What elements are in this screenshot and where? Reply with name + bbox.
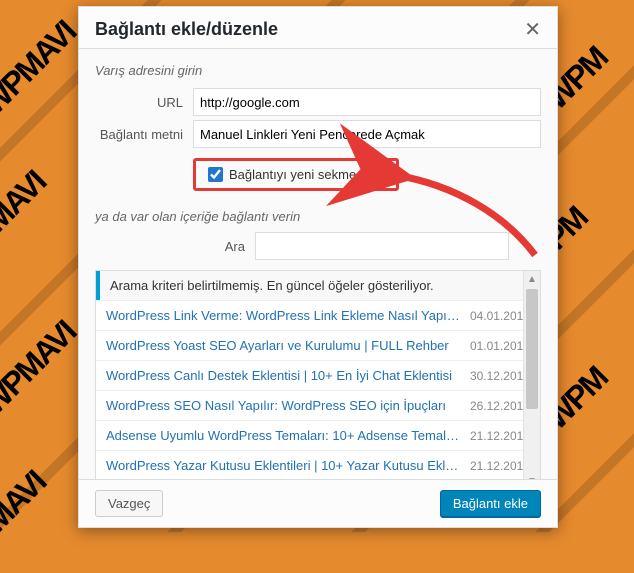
scroll-thumb[interactable] — [526, 289, 538, 409]
list-item[interactable]: WordPress Yazar Kutusu Eklentileri | 10+… — [96, 450, 540, 480]
link-text-label: Bağlantı metni — [95, 127, 193, 142]
modal-footer: Vazgeç Bağlantı ekle — [79, 479, 557, 527]
list-item-title: WordPress Yazar Kutusu Eklentileri | 10+… — [106, 458, 460, 473]
search-input[interactable] — [255, 232, 509, 260]
destination-hint: Varış adresini girin — [95, 63, 541, 78]
link-modal: Bağlantı ekle/düzenle ✕ Varış adresini g… — [78, 6, 558, 528]
list-item-title: Adsense Uyumlu WordPress Temaları: 10+ A… — [106, 428, 460, 443]
modal-header: Bağlantı ekle/düzenle ✕ — [79, 7, 557, 49]
submit-button[interactable]: Bağlantı ekle — [440, 490, 541, 517]
list-item-date: 01.01.2017 — [460, 339, 530, 353]
link-text-row: Bağlantı metni — [95, 120, 541, 148]
list-item-date: 26.12.2016 — [460, 399, 530, 413]
list-item-title: WordPress Canlı Destek Eklentisi | 10+ E… — [106, 368, 460, 383]
close-icon[interactable]: ✕ — [524, 17, 541, 42]
new-tab-row: Bağlantıyı yeni sekmede aç — [193, 158, 399, 191]
existing-content-hint: ya da var olan içeriğe bağlantı verin — [95, 209, 541, 224]
list-info-banner: Arama kriteri belirtilmemiş. En güncel ö… — [96, 271, 540, 300]
url-input[interactable] — [193, 88, 541, 116]
modal-body: Varış adresini girin URL Bağlantı metni … — [79, 49, 557, 490]
modal-title: Bağlantı ekle/düzenle — [95, 19, 278, 40]
new-tab-checkbox[interactable] — [208, 167, 223, 182]
search-row: Ara — [95, 232, 541, 260]
list-item[interactable]: Adsense Uyumlu WordPress Temaları: 10+ A… — [96, 420, 540, 450]
recent-items-list: Arama kriteri belirtilmemiş. En güncel ö… — [95, 270, 541, 490]
list-item[interactable]: WordPress SEO Nasıl Yapılır: WordPress S… — [96, 390, 540, 420]
list-item-title: WordPress Link Verme: WordPress Link Ekl… — [106, 308, 460, 323]
cancel-button[interactable]: Vazgeç — [95, 490, 163, 517]
list-item-title: WordPress SEO Nasıl Yapılır: WordPress S… — [106, 398, 460, 413]
new-tab-label: Bağlantıyı yeni sekmede aç — [229, 167, 388, 182]
list-item[interactable]: WordPress Link Verme: WordPress Link Ekl… — [96, 300, 540, 330]
list-item[interactable]: WordPress Canlı Destek Eklentisi | 10+ E… — [96, 360, 540, 390]
link-text-input[interactable] — [193, 120, 541, 148]
scrollbar[interactable]: ▲ ▼ — [523, 271, 540, 489]
url-label: URL — [95, 95, 193, 110]
scroll-up-icon[interactable]: ▲ — [524, 271, 540, 287]
search-label: Ara — [95, 239, 255, 254]
list-item-date: 04.01.2017 — [460, 309, 530, 323]
list-items: WordPress Link Verme: WordPress Link Ekl… — [96, 300, 540, 490]
list-item-title: WordPress Yoast SEO Ayarları ve Kurulumu… — [106, 338, 460, 353]
list-item-date: 30.12.2016 — [460, 369, 530, 383]
list-item-date: 21.12.2016 — [460, 459, 530, 473]
list-item-date: 21.12.2016 — [460, 429, 530, 443]
url-row: URL — [95, 88, 541, 116]
list-item[interactable]: WordPress Yoast SEO Ayarları ve Kurulumu… — [96, 330, 540, 360]
